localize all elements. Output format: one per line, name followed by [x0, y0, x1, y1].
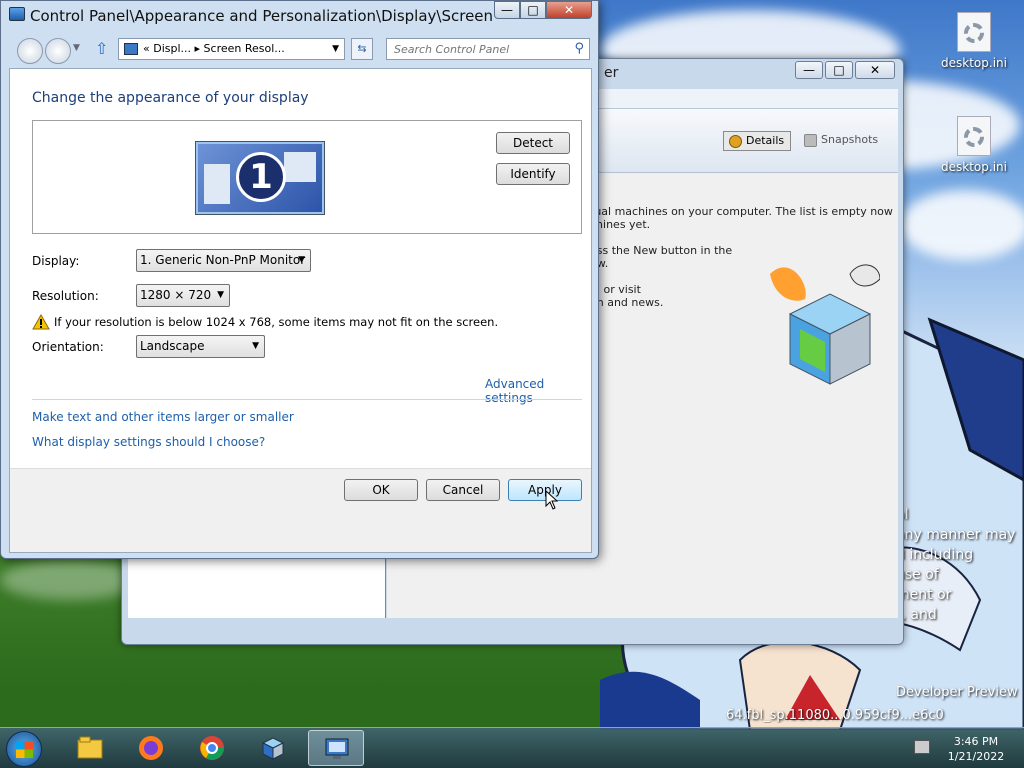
details-button[interactable]: Details — [723, 131, 792, 151]
watermark-edition: Developer Preview — [896, 685, 1018, 700]
control-panel-icon — [124, 43, 138, 55]
gear-file-icon — [957, 12, 991, 52]
resolution-select[interactable]: 1280 × 720 ▼ — [136, 284, 230, 307]
folder-icon — [77, 736, 103, 759]
refresh-button[interactable]: ⇆ — [351, 38, 373, 60]
desktop-icon-desktop-ini[interactable]: desktop.ini — [936, 116, 1012, 174]
snapshots-button[interactable]: Snapshots — [799, 131, 884, 151]
minimize-button[interactable]: — — [494, 1, 520, 19]
gear-file-icon — [957, 116, 991, 156]
control-panel-icon — [325, 738, 349, 759]
camera-icon — [804, 134, 817, 147]
content-pane: Change the appearance of your display 1 … — [9, 68, 592, 553]
close-button[interactable]: ✕ — [546, 1, 592, 19]
network-icon[interactable] — [914, 740, 930, 754]
windows-logo-icon — [16, 741, 33, 758]
watermark-legal-text: al any manner may d including use of men… — [896, 507, 1016, 623]
breadcrumb-screen-resolution[interactable]: Screen Resol... — [204, 42, 285, 55]
display-help-link[interactable]: What display settings should I choose? — [32, 435, 265, 449]
recent-pages-dropdown[interactable]: ▼ — [73, 43, 80, 53]
virtualbox-cube-icon — [770, 264, 880, 385]
desktop-icon-label: desktop.ini — [941, 56, 1007, 70]
cancel-button[interactable]: Cancel — [426, 479, 500, 501]
taskbar-screen-resolution-button[interactable] — [308, 730, 364, 766]
text-size-link[interactable]: Make text and other items larger or smal… — [32, 410, 294, 424]
chrome-icon — [200, 736, 224, 760]
address-bar[interactable]: « Displ... ▸ Screen Resol... ▼ — [118, 38, 345, 60]
orientation-label: Orientation: — [32, 340, 104, 354]
window-title: Control Panel\Appearance and Personaliza… — [30, 7, 494, 25]
display-select[interactable]: 1. Generic Non-PnP Monitor ▼ — [136, 249, 311, 272]
search-icon[interactable]: ⚲ — [574, 41, 584, 56]
up-arrow-icon[interactable]: ⇧ — [95, 39, 108, 58]
chevron-down-icon: ▼ — [217, 290, 224, 300]
minimize-button[interactable]: — — [795, 61, 823, 79]
breadcrumb-display[interactable]: Displ... — [153, 42, 191, 55]
taskbar-virtualbox-button[interactable] — [245, 730, 301, 766]
breadcrumb: « Displ... ▸ Screen Resol... — [143, 42, 285, 55]
maximize-button[interactable]: □ — [825, 61, 853, 79]
maximize-button[interactable]: □ — [520, 1, 546, 19]
forward-button[interactable] — [45, 38, 71, 64]
start-button[interactable] — [6, 731, 42, 767]
search-box[interactable]: ⚲ — [386, 38, 590, 60]
monitor-preview-area: 1 Detect Identify — [32, 120, 582, 234]
search-input[interactable] — [387, 39, 563, 59]
cloud — [900, 190, 1024, 260]
gear-icon — [729, 135, 742, 148]
clock[interactable]: 3:46 PM 1/21/2022 — [936, 734, 1016, 764]
taskbar-chrome-button[interactable] — [184, 730, 240, 766]
chevron-down-icon: ▼ — [298, 255, 305, 265]
monitor-1-preview[interactable]: 1 — [196, 142, 324, 214]
window-title: er — [604, 65, 619, 81]
taskbar-firefox-button[interactable] — [123, 730, 179, 766]
detect-button[interactable]: Detect — [496, 132, 570, 154]
firefox-icon — [139, 736, 163, 760]
virtualbox-icon — [261, 737, 285, 760]
monitor-number: 1 — [236, 152, 286, 202]
watermark-build: 64.fbl_sp.11080...0.959cf9...e6c0 — [726, 708, 944, 723]
clock-date: 1/21/2022 — [947, 750, 1005, 763]
chevron-down-icon: ▼ — [252, 341, 259, 351]
chevron-down-icon[interactable]: ▼ — [332, 39, 339, 59]
display-label: Display: — [32, 254, 80, 268]
page-title: Change the appearance of your display — [32, 90, 309, 106]
identify-button[interactable]: Identify — [496, 163, 570, 185]
clock-time: 3:46 PM — [953, 735, 999, 748]
close-button[interactable]: ✕ — [855, 61, 895, 79]
navigation-bar: ▼ ⇧ « Displ... ▸ Screen Resol... ▼ ⇆ ⚲ — [7, 37, 594, 64]
back-button[interactable] — [17, 38, 43, 64]
cloud — [0, 560, 140, 600]
desktop-icon-label: desktop.ini — [941, 160, 1007, 174]
advanced-settings-link[interactable]: Advanced settings — [485, 377, 591, 405]
divider — [32, 399, 582, 400]
orientation-select[interactable]: Landscape ▼ — [136, 335, 265, 358]
mouse-cursor-icon — [545, 490, 559, 510]
resolution-label: Resolution: — [32, 289, 99, 303]
dialog-footer: OK Cancel Apply — [10, 468, 591, 552]
warning-icon — [32, 314, 50, 330]
ok-button[interactable]: OK — [344, 479, 418, 501]
taskbar-explorer-button[interactable] — [62, 730, 118, 766]
desktop-icon-desktop-ini[interactable]: desktop.ini — [936, 12, 1012, 70]
control-panel-icon — [9, 7, 25, 21]
screen-resolution-window[interactable]: Control Panel\Appearance and Personaliza… — [0, 0, 599, 559]
resolution-warning: If your resolution is below 1024 x 768, … — [54, 315, 499, 329]
taskbar: 3:46 PM 1/21/2022 — [0, 727, 1024, 768]
